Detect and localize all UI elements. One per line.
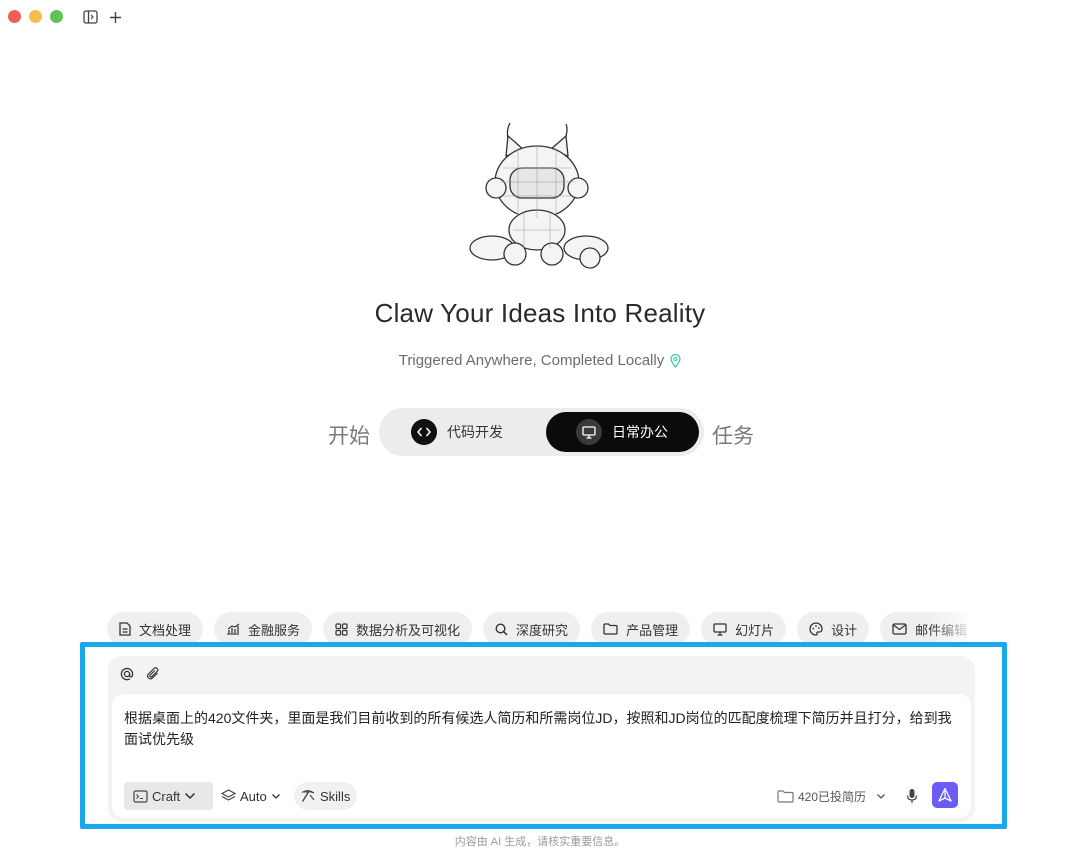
- presentation-icon: [713, 622, 727, 636]
- mail-icon: [892, 623, 907, 635]
- composer-toolbar: Craft Auto Skills 420已投简历: [124, 782, 959, 810]
- chip-label: 幻灯片: [735, 622, 775, 638]
- composer-input-area[interactable]: 根据桌面上的420文件夹，里面是我们目前收到的所有候选人简历和所需岗位JD，按照…: [112, 694, 971, 818]
- ai-disclaimer: 内容由 AI 生成，请核实重要信息。: [454, 836, 626, 848]
- microphone-button[interactable]: [906, 782, 918, 810]
- chevron-down-icon: [877, 793, 885, 799]
- workspace-folder-select[interactable]: 420已投简历: [777, 782, 886, 810]
- minimize-window-button[interactable]: [29, 10, 42, 23]
- chip-label: 深度研究: [516, 622, 569, 638]
- page-tagline: Triggered Anywhere, Completed Locally: [0, 352, 1080, 369]
- chip-label: 产品管理: [626, 622, 679, 638]
- chevron-down-icon: [271, 793, 280, 799]
- mode-suffix-label: 任务: [712, 425, 754, 448]
- layers-icon: [221, 789, 236, 801]
- mode-option-code[interactable]: 代码开发: [411, 412, 541, 452]
- folder-icon: [603, 623, 618, 635]
- mode-option-office[interactable]: 日常办公: [546, 412, 699, 452]
- mode-switch: 代码开发 日常办公: [379, 408, 704, 456]
- monitor-icon: [576, 419, 602, 445]
- craft-mode-dropdown[interactable]: Craft: [124, 782, 213, 810]
- mode-switch-row: 开始 代码开发 日常办公 任务: [0, 408, 1080, 458]
- chip-label: 设计: [831, 622, 858, 638]
- location-pin-icon: [670, 353, 681, 368]
- mode-option-label: 代码开发: [447, 424, 503, 440]
- chip-label: 文档处理: [139, 622, 192, 638]
- composer-attach-row: [120, 666, 160, 686]
- chip-slides[interactable]: 幻灯片: [701, 612, 787, 646]
- mascot-robot-cat-image: [458, 118, 624, 280]
- model-select-dropdown[interactable]: Auto: [221, 782, 281, 810]
- workspace-folder-label: 420已投简历: [798, 789, 867, 804]
- pickaxe-icon: [301, 790, 315, 802]
- chip-design[interactable]: 设计: [797, 612, 870, 646]
- window-controls: [8, 10, 63, 23]
- document-icon: [119, 622, 131, 636]
- search-icon: [495, 622, 508, 636]
- send-button[interactable]: [932, 782, 958, 808]
- chip-document-processing[interactable]: 文档处理: [107, 612, 204, 646]
- mode-option-label: 日常办公: [612, 424, 668, 440]
- chevron-down-icon: [185, 792, 196, 800]
- terminal-icon: [133, 789, 148, 803]
- new-tab-icon[interactable]: [106, 8, 124, 26]
- grid-icon: [335, 622, 348, 636]
- microphone-icon: [906, 789, 918, 803]
- skills-label: Skills: [320, 788, 351, 804]
- chip-financial-services[interactable]: 金融服务: [214, 612, 313, 646]
- page-headline: Claw Your Ideas Into Reality: [374, 298, 706, 328]
- palette-icon: [809, 622, 823, 636]
- sidebar-toggle-icon[interactable]: [81, 8, 99, 26]
- mode-prefix-label: 开始: [328, 425, 370, 448]
- prompt-input[interactable]: 根据桌面上的420文件夹，里面是我们目前收到的所有候选人简历和所需岗位JD，按照…: [124, 708, 959, 750]
- stock-chart-icon: [227, 623, 240, 635]
- close-window-button[interactable]: [8, 10, 21, 23]
- code-icon: [411, 419, 437, 445]
- chip-deep-research[interactable]: 深度研究: [483, 612, 581, 646]
- paperclip-icon[interactable]: [146, 666, 160, 686]
- model-select-label: Auto: [240, 788, 267, 804]
- tagline-text: Triggered Anywhere, Completed Locally: [398, 352, 665, 369]
- mention-icon[interactable]: [120, 667, 134, 686]
- folder-icon: [777, 789, 794, 803]
- message-composer: 根据桌面上的420文件夹，里面是我们目前收到的所有候选人简历和所需岗位JD，按照…: [108, 656, 975, 822]
- craft-mode-label: Craft: [152, 788, 181, 804]
- zoom-window-button[interactable]: [50, 10, 63, 23]
- send-arrow-icon: [938, 787, 952, 802]
- chip-product-management[interactable]: 产品管理: [591, 612, 691, 646]
- chip-data-analysis[interactable]: 数据分析及可视化: [323, 612, 473, 646]
- chip-label: 金融服务: [248, 622, 301, 638]
- chip-label: 数据分析及可视化: [356, 622, 461, 638]
- skills-button[interactable]: Skills: [294, 782, 358, 810]
